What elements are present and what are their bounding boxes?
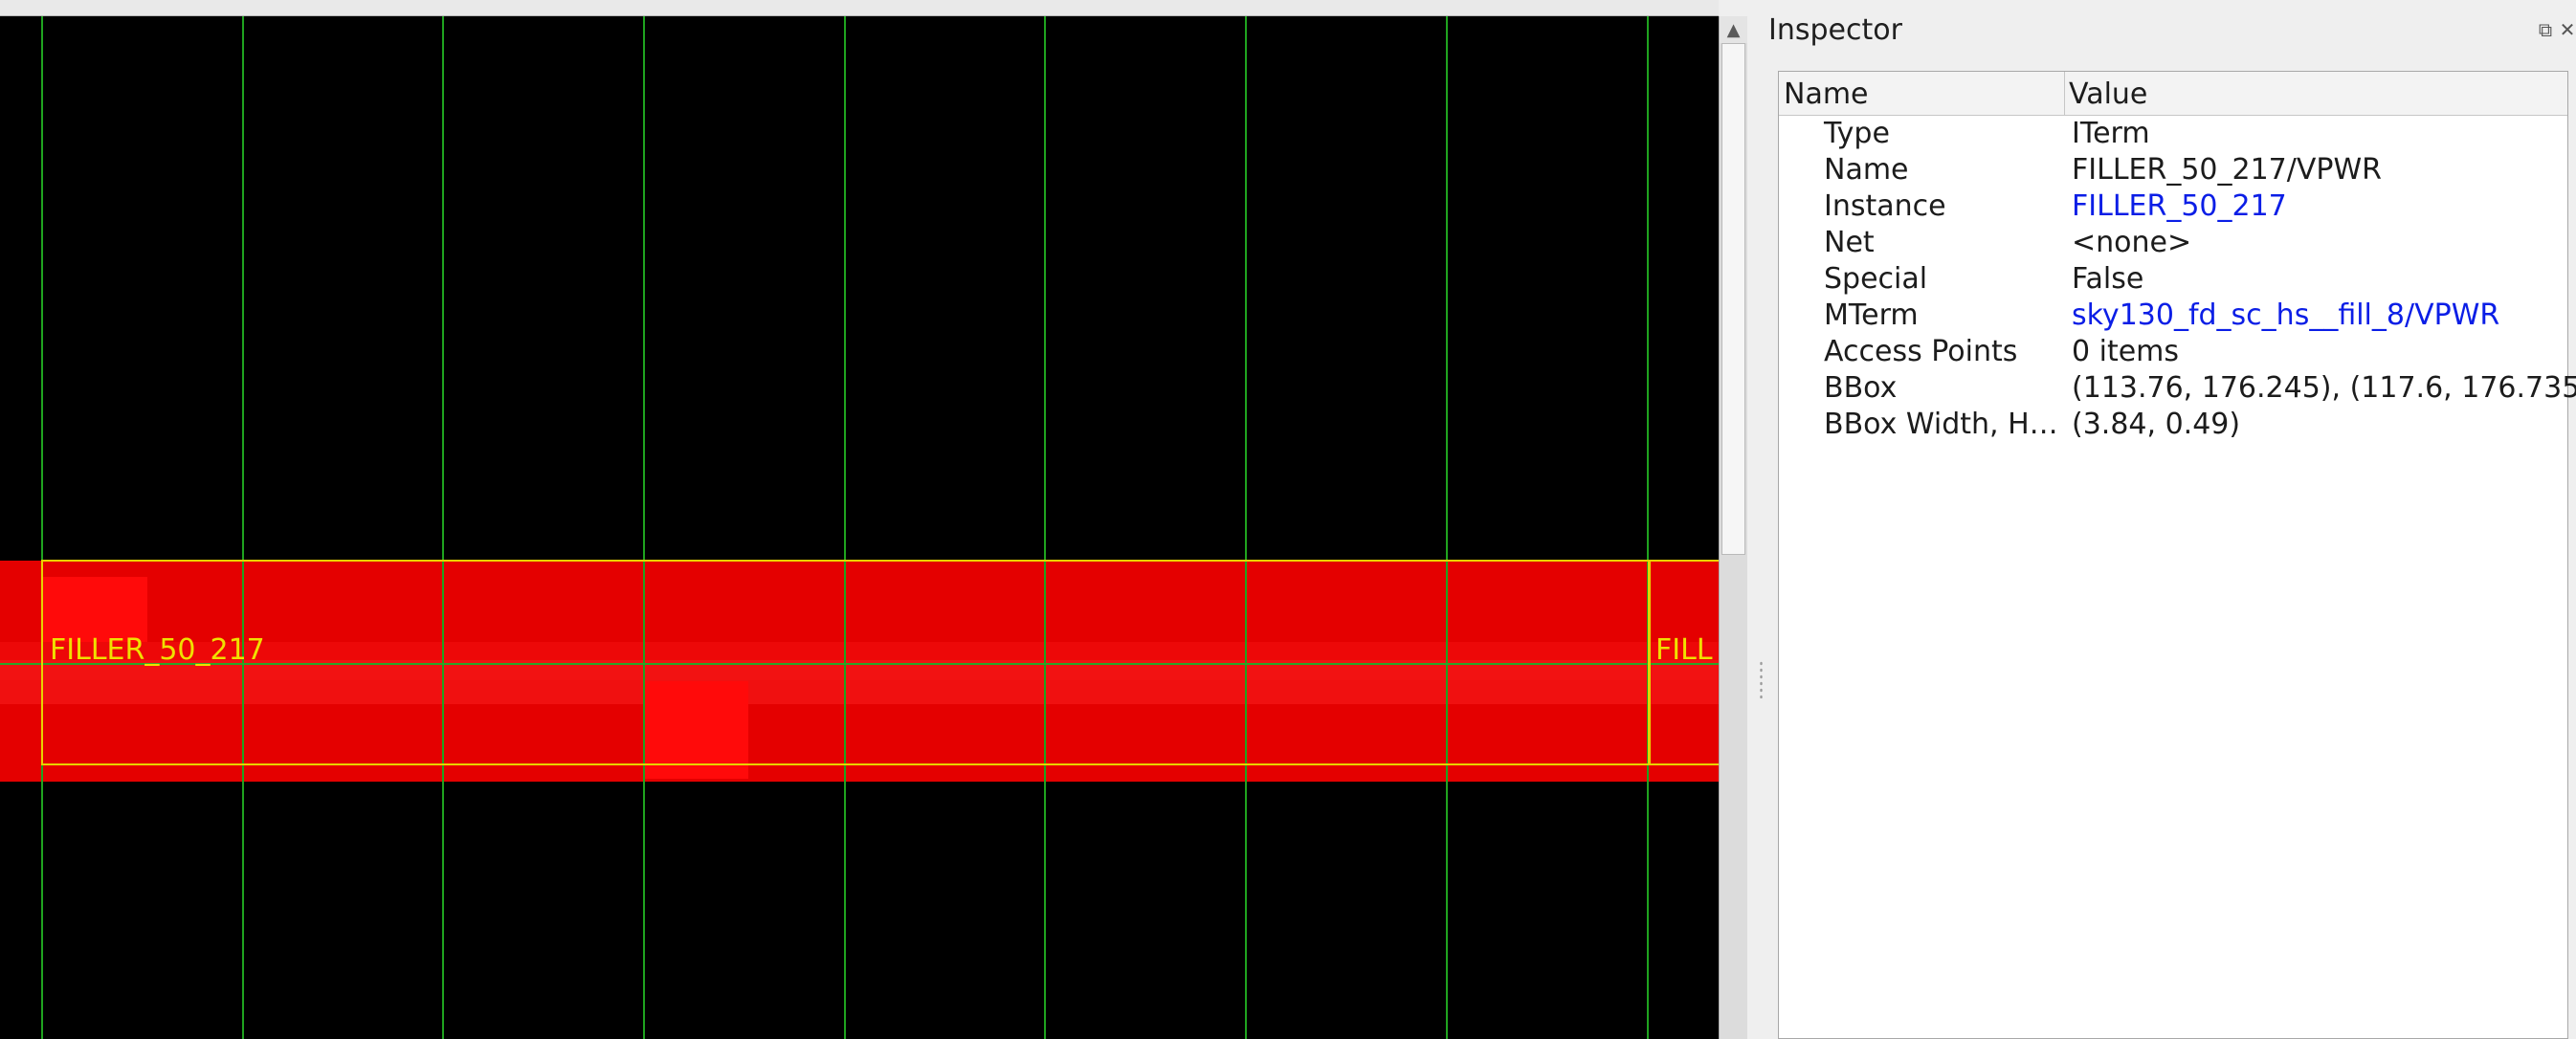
property-name: Special bbox=[1824, 262, 1928, 296]
grid-line bbox=[1044, 16, 1046, 1039]
mterm-link[interactable]: sky130_fd_sc_hs__fill_8/VPWR bbox=[2072, 298, 2499, 332]
table-row[interactable]: Net <none> bbox=[1779, 226, 2567, 262]
grid-line bbox=[242, 16, 244, 1039]
property-name: MTerm bbox=[1824, 298, 1919, 332]
table-header: Name Value bbox=[1779, 72, 2567, 116]
splitter-grip-icon[interactable] bbox=[1759, 660, 1764, 698]
property-name: BBox Width, H… bbox=[1824, 408, 2058, 441]
scrollbar-thumb[interactable] bbox=[1721, 43, 1745, 555]
grid-line bbox=[1647, 16, 1649, 1039]
scroll-up-arrow-icon[interactable]: ▲ bbox=[1720, 16, 1747, 43]
grid-line bbox=[442, 16, 444, 1039]
instance-label-right: FILL bbox=[1655, 633, 1713, 667]
table-row[interactable]: Name FILLER_50_217/VPWR bbox=[1779, 153, 2567, 189]
instance-link[interactable]: FILLER_50_217 bbox=[2072, 189, 2287, 223]
table-row[interactable]: BBox (113.76, 176.245), (117.6, 176.735) bbox=[1779, 371, 2576, 408]
table-row[interactable]: MTerm sky130_fd_sc_hs__fill_8/VPWR bbox=[1779, 298, 2567, 335]
grid-line bbox=[643, 16, 645, 1039]
property-name: Instance bbox=[1824, 189, 1946, 223]
property-value: FILLER_50_217/VPWR bbox=[2072, 153, 2382, 187]
property-name: Type bbox=[1824, 117, 1890, 150]
close-icon[interactable]: ✕ bbox=[2557, 19, 2576, 40]
property-value: <none> bbox=[2072, 226, 2192, 259]
column-header-value[interactable]: Value bbox=[2069, 77, 2147, 111]
grid-line bbox=[1245, 16, 1247, 1039]
instance-outline[interactable] bbox=[41, 560, 1651, 765]
column-divider[interactable] bbox=[2064, 72, 2065, 116]
property-name: BBox bbox=[1824, 371, 1898, 405]
property-table[interactable]: Name Value Type ITerm Name FILLER_50_217… bbox=[1778, 71, 2576, 1039]
property-value: False bbox=[2072, 262, 2144, 296]
table-row[interactable]: Instance FILLER_50_217 bbox=[1779, 189, 2567, 226]
table-row[interactable]: Special False bbox=[1779, 262, 2567, 298]
vertical-scrollbar[interactable]: ▲ bbox=[1719, 16, 1747, 1039]
column-header-name[interactable]: Name bbox=[1784, 77, 1869, 111]
layout-canvas[interactable] bbox=[0, 16, 1719, 1039]
property-value: (3.84, 0.49) bbox=[2072, 408, 2241, 441]
table-row[interactable]: Access Points 0 items bbox=[1779, 335, 2567, 371]
property-value: 0 items bbox=[2072, 335, 2180, 368]
inspector-panel: Inspector ⧉ ✕ Name Value Type ITerm Name… bbox=[1766, 0, 2576, 1039]
table-row[interactable]: Type ITerm bbox=[1779, 117, 2567, 153]
instance-label: FILLER_50_217 bbox=[50, 633, 265, 667]
float-panel-icon[interactable]: ⧉ bbox=[2535, 19, 2556, 40]
property-name: Name bbox=[1824, 153, 1909, 187]
table-row[interactable]: BBox Width, H… (3.84, 0.49) bbox=[1779, 408, 2567, 444]
property-name: Net bbox=[1824, 226, 1875, 259]
layout-top-strip bbox=[0, 0, 1719, 16]
property-name: Access Points bbox=[1824, 335, 2018, 368]
inspector-title: Inspector bbox=[1768, 13, 1902, 47]
property-value: ITerm bbox=[2072, 117, 2150, 150]
grid-line bbox=[41, 16, 43, 1039]
grid-line bbox=[1446, 16, 1448, 1039]
property-value: (113.76, 176.245), (117.6, 176.735) bbox=[2072, 371, 2576, 405]
grid-line bbox=[844, 16, 846, 1039]
